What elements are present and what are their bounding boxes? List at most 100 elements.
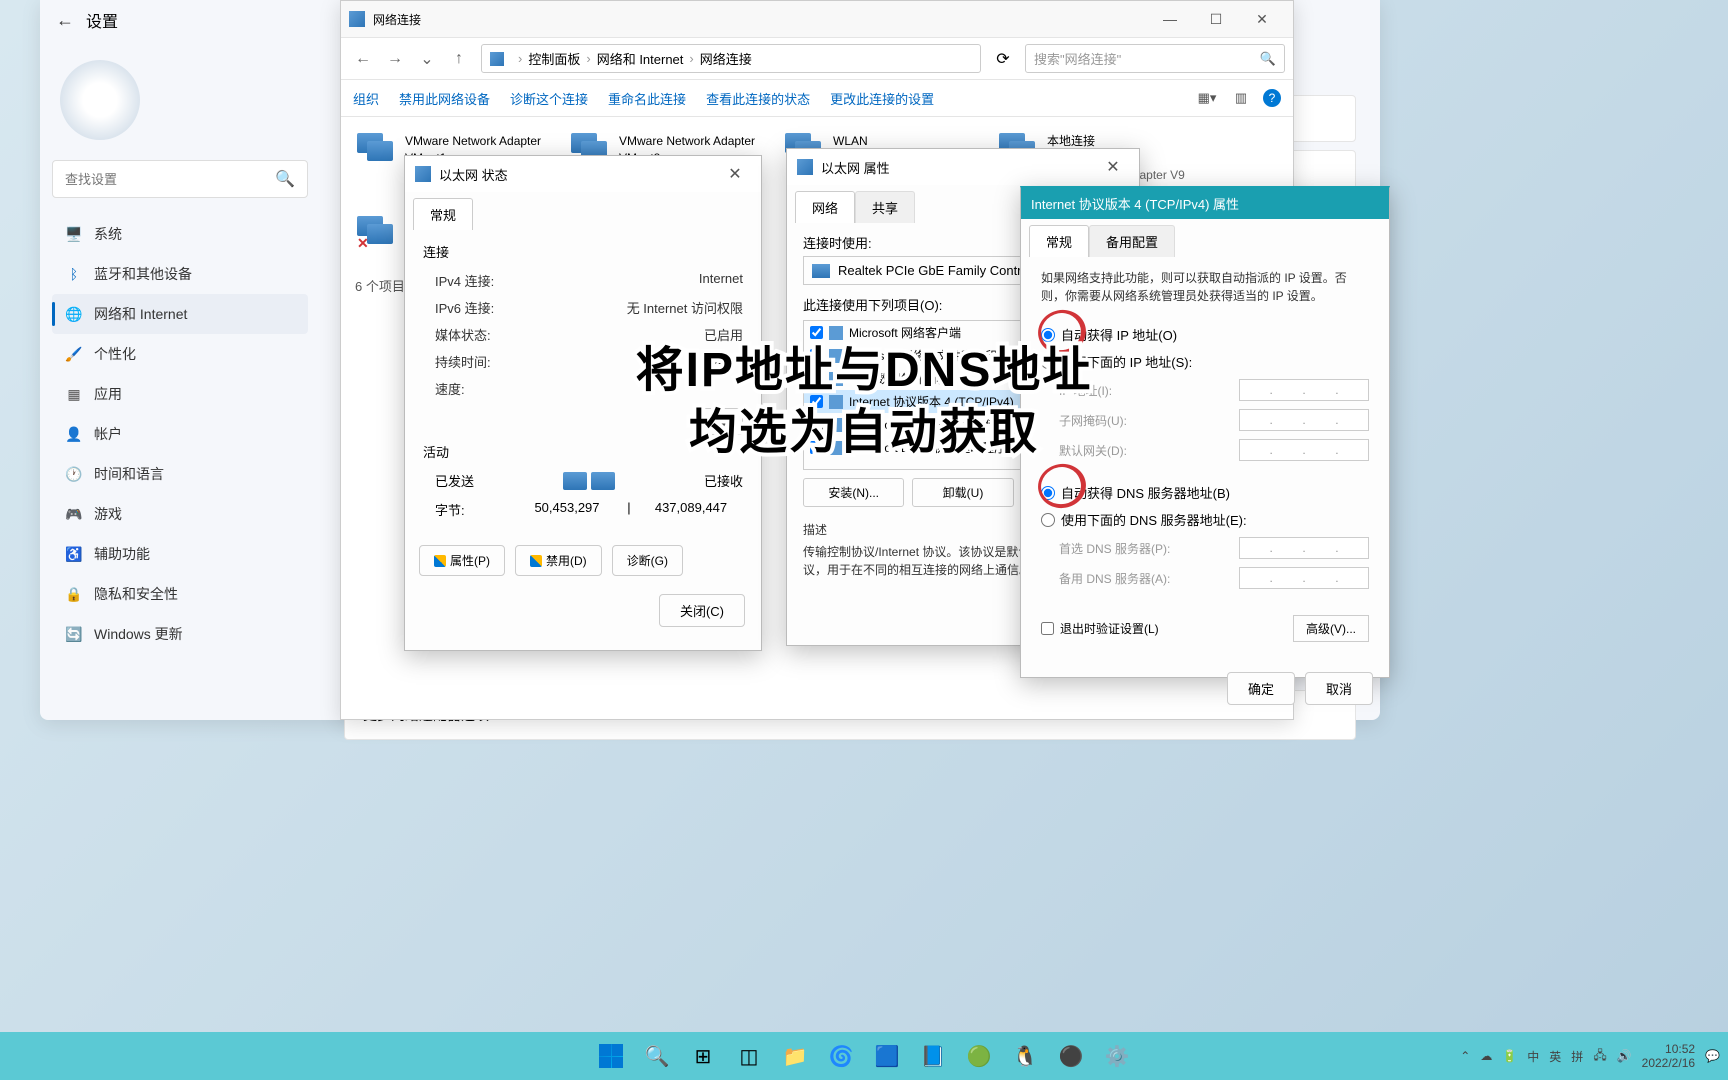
view-mode-icon[interactable]: ▦▾ <box>1195 88 1219 108</box>
nav-back[interactable]: ← <box>349 45 377 73</box>
auto-ip-radio[interactable]: 自动获得 IP 地址(O) <box>1041 321 1369 348</box>
tb-disable[interactable]: 禁用此网络设备 <box>399 89 490 108</box>
preview-icon[interactable]: ▥ <box>1229 88 1253 108</box>
validate-checkbox[interactable] <box>1041 622 1054 635</box>
sidebar-item-7[interactable]: 🎮 游戏 <box>52 494 308 534</box>
explorer-search[interactable]: 搜索"网络连接" 🔍 <box>1025 44 1285 73</box>
details-button[interactable]: 详 <box>701 408 743 435</box>
minimize-button[interactable]: — <box>1147 5 1193 33</box>
back-button[interactable]: ← <box>56 10 74 31</box>
help-icon[interactable]: ? <box>1263 89 1281 107</box>
tray-volume-icon[interactable]: 🔊 <box>1617 1049 1632 1063</box>
tb-rename[interactable]: 重命名此连接 <box>608 89 686 108</box>
ok-button[interactable]: 确定 <box>1227 672 1295 705</box>
tab-sharing[interactable]: 共享 <box>855 191 915 223</box>
refresh-button[interactable]: ⟳ <box>989 45 1017 73</box>
protocol-icon <box>829 395 843 409</box>
tb-view-status[interactable]: 查看此连接的状态 <box>706 89 810 108</box>
explorer-button[interactable]: 📁 <box>775 1036 815 1076</box>
notification-button[interactable]: 💬 <box>1705 1049 1720 1063</box>
props-close[interactable]: ✕ <box>1097 155 1129 179</box>
breadcrumb-0[interactable]: 控制面板 <box>528 49 580 68</box>
sidebar-item-1[interactable]: ᛒ蓝牙和其他设备 <box>52 254 308 294</box>
tray-chevron[interactable]: ⌃ <box>1460 1049 1470 1063</box>
tray-ime-2[interactable]: 英 <box>1549 1048 1561 1065</box>
item-checkbox[interactable] <box>810 418 823 431</box>
tray-battery[interactable]: 🔋 <box>1502 1049 1517 1063</box>
status-close[interactable]: ✕ <box>719 162 751 186</box>
nav-dropdown[interactable]: ⌄ <box>413 45 441 73</box>
sidebar-item-label: 游戏 <box>94 504 122 524</box>
tab-general[interactable]: 常规 <box>1029 225 1089 257</box>
auto-dns-radio[interactable]: 自动获得 DNS 服务器地址(B) <box>1041 479 1369 506</box>
tb-organize[interactable]: 组织 <box>353 89 379 108</box>
close-button[interactable]: ✕ <box>1239 5 1285 33</box>
app-button[interactable]: ⚫ <box>1051 1036 1091 1076</box>
settings-search[interactable]: 🔍 <box>52 160 308 198</box>
item-checkbox[interactable] <box>810 441 823 454</box>
uninstall-button[interactable]: 卸载(U) <box>912 478 1013 507</box>
explorer-titlebar: 网络连接 — ☐ ✕ <box>341 1 1293 38</box>
sidebar-icon: 🎮 <box>66 506 82 522</box>
sidebar-item-9[interactable]: 🔒隐私和安全性 <box>52 574 308 614</box>
advanced-button[interactable]: 高级(V)... <box>1293 615 1369 642</box>
sidebar-item-10[interactable]: 🔄Windows 更新 <box>52 614 308 654</box>
manual-ip-radio-input[interactable] <box>1041 355 1055 369</box>
search-button[interactable]: 🔍 <box>637 1036 677 1076</box>
user-avatar[interactable] <box>60 60 140 140</box>
sidebar-icon: ▦ <box>66 386 82 402</box>
task-view-button[interactable]: ⊞ <box>683 1036 723 1076</box>
breadcrumb-2[interactable]: 网络连接 <box>700 49 752 68</box>
auto-dns-radio-input[interactable] <box>1041 486 1055 500</box>
install-button[interactable]: 安装(N)... <box>803 478 904 507</box>
ethernet-status-dialog: 以太网 状态 ✕ 常规 连接 IPv4 连接:InternetIPv6 连接:无… <box>404 155 762 651</box>
tb-change-settings[interactable]: 更改此连接的设置 <box>830 89 934 108</box>
manual-dns-radio[interactable]: 使用下面的 DNS 服务器地址(E): <box>1041 506 1369 533</box>
close-button[interactable]: 关闭(C) <box>659 594 745 627</box>
start-button[interactable] <box>591 1036 631 1076</box>
nav-forward[interactable]: → <box>381 45 409 73</box>
address-bar[interactable]: › 控制面板 › 网络和 Internet › 网络连接 <box>481 44 981 73</box>
item-checkbox[interactable] <box>810 326 823 339</box>
tray-ime-1[interactable]: 中 <box>1527 1048 1539 1065</box>
app-button[interactable]: 🐧 <box>1005 1036 1045 1076</box>
taskbar-clock[interactable]: 10:52 2022/2/16 <box>1642 1042 1695 1071</box>
tray-network-icon[interactable]: 🖧 <box>1593 1046 1606 1067</box>
dns1-label: 首选 DNS 服务器(P): <box>1059 540 1170 557</box>
sidebar-item-5[interactable]: 👤帐户 <box>52 414 308 454</box>
app-button[interactable]: 🟦 <box>867 1036 907 1076</box>
sidebar-item-0[interactable]: 🖥️系统 <box>52 214 308 254</box>
manual-ip-radio[interactable]: 使用下面的 IP 地址(S): <box>1041 348 1369 375</box>
maximize-button[interactable]: ☐ <box>1193 5 1239 33</box>
item-checkbox[interactable] <box>810 372 823 385</box>
manual-dns-radio-input[interactable] <box>1041 513 1055 527</box>
explorer-title: 网络连接 <box>373 11 1147 28</box>
nav-up[interactable]: ↑ <box>445 45 473 73</box>
sidebar-item-8[interactable]: ♿辅助功能 <box>52 534 308 574</box>
edge-button[interactable]: 🌀 <box>821 1036 861 1076</box>
item-checkbox[interactable] <box>810 349 823 362</box>
tray-cloud[interactable]: ☁ <box>1480 1049 1492 1063</box>
tab-network[interactable]: 网络 <box>795 191 855 223</box>
properties-button[interactable]: 属性(P) <box>419 545 505 576</box>
settings-button[interactable]: ⚙️ <box>1097 1036 1137 1076</box>
widgets-button[interactable]: ◫ <box>729 1036 769 1076</box>
item-checkbox[interactable] <box>810 395 823 408</box>
search-input[interactable] <box>65 172 275 187</box>
app-button[interactable]: 🟢 <box>959 1036 999 1076</box>
diagnose-button[interactable]: 诊断(G) <box>612 545 683 576</box>
auto-ip-radio-input[interactable] <box>1041 328 1055 342</box>
cancel-button[interactable]: 取消 <box>1305 672 1373 705</box>
tray-ime-3[interactable]: 拼 <box>1571 1048 1583 1065</box>
breadcrumb-1[interactable]: 网络和 Internet <box>597 49 684 68</box>
disable-button[interactable]: 禁用(D) <box>515 545 602 576</box>
tb-diagnose[interactable]: 诊断这个连接 <box>510 89 588 108</box>
tab-alternate[interactable]: 备用配置 <box>1089 225 1175 257</box>
sidebar-item-6[interactable]: 🕐时间和语言 <box>52 454 308 494</box>
taskbar: 🔍 ⊞ ◫ 📁 🌀 🟦 📘 🟢 🐧 ⚫ ⚙️ ⌃ ☁ 🔋 中 英 拼 🖧 🔊 1… <box>0 1032 1728 1080</box>
sidebar-item-2[interactable]: 🌐网络和 Internet <box>52 294 308 334</box>
app-button[interactable]: 📘 <box>913 1036 953 1076</box>
sidebar-item-4[interactable]: ▦应用 <box>52 374 308 414</box>
tab-general[interactable]: 常规 <box>413 198 473 230</box>
sidebar-item-3[interactable]: 🖌️个性化 <box>52 334 308 374</box>
